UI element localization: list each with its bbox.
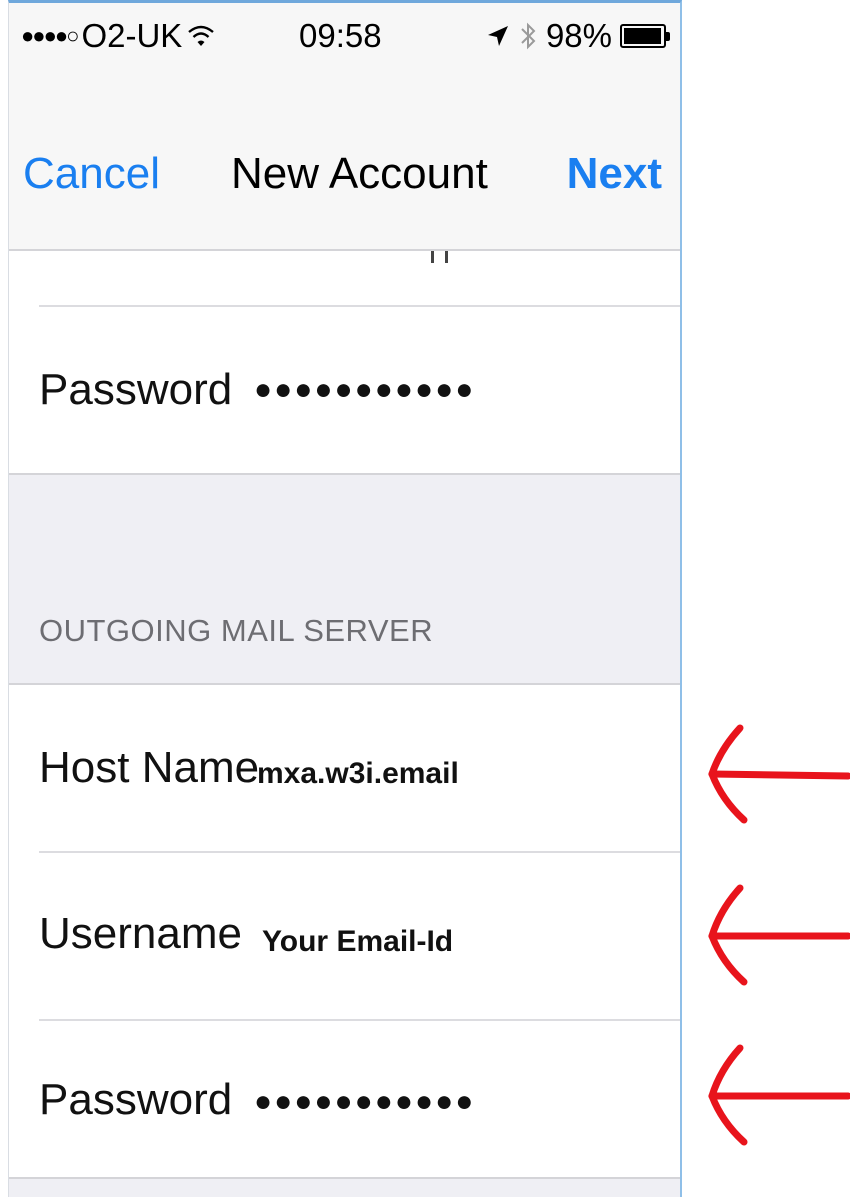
red-arrow-icon [708,724,850,824]
clipped-row [9,251,680,307]
incoming-password-label: Password [39,365,233,414]
outgoing-password-row[interactable]: Password ●●●●●●●●●●● [9,1021,680,1177]
clipped-text-fragment-icon [431,251,448,263]
username-row[interactable]: Username Your Email-Id [9,853,680,1019]
red-arrow-icon [708,884,850,986]
status-bar: ●●●●○ O2-UK 09:58 98% [9,3,680,91]
incoming-password-input[interactable]: ●●●●●●●●●●● [254,373,475,407]
next-button[interactable]: Next [567,149,662,199]
host-name-label: Host Name [39,743,260,792]
status-left: ●●●●○ O2-UK [21,17,216,55]
bottom-gap [9,1179,680,1197]
page-title: New Account [231,149,488,198]
outgoing-password-label: Password [39,1075,233,1124]
cancel-button[interactable]: Cancel [23,149,160,199]
host-name-input[interactable]: mxa.w3i.email [257,757,459,791]
battery-fill [624,28,662,44]
incoming-password-row[interactable]: Password ●●●●●●●●●●● [9,307,680,473]
bluetooth-icon [521,22,536,50]
status-right: 98% [486,17,670,55]
navigation-bar: Cancel New Account Next [9,91,680,251]
battery-icon [620,24,670,48]
outgoing-password-input[interactable]: ●●●●●●●●●●● [254,1085,475,1119]
status-time: 09:58 [299,17,382,54]
phone-screen: ●●●●○ O2-UK 09:58 98% Cancel New Account [8,0,682,1197]
username-input[interactable]: Your Email-Id [262,925,453,959]
wifi-icon [188,25,215,46]
username-label: Username [39,909,242,958]
carrier-name: O2-UK [81,17,183,54]
red-arrow-icon [708,1044,850,1146]
battery-percent: 98% [545,17,612,54]
host-name-row[interactable]: Host Name mxa.w3i.email [9,685,680,851]
signal-strength-icon: ●●●●○ [21,23,79,48]
section-gap: OUTGOING MAIL SERVER [9,475,680,683]
location-arrow-icon [487,26,508,46]
outgoing-section-header: OUTGOING MAIL SERVER [39,613,434,648]
